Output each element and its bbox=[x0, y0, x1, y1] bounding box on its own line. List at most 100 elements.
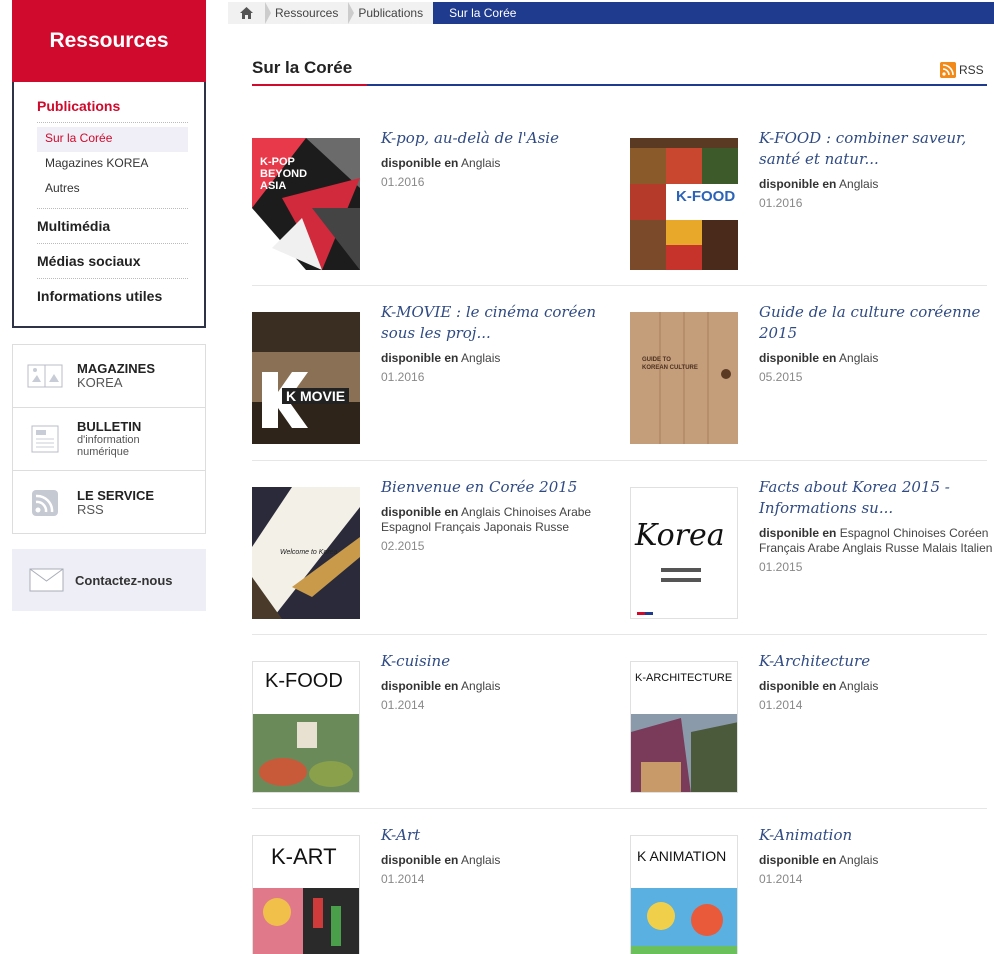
quick-link-rss[interactable]: LE SERVICE RSS bbox=[13, 471, 205, 534]
publication-title-link[interactable]: Bienvenue en Corée 2015 bbox=[381, 477, 626, 498]
availability-languages: Anglais bbox=[839, 679, 879, 693]
submenu-magazines-korea[interactable]: Magazines KOREA bbox=[37, 152, 188, 177]
quick-link-magazines-subtitle: KOREA bbox=[77, 375, 123, 390]
publication-cover[interactable]: K-FOOD bbox=[630, 138, 738, 270]
publication-date: 01.2014 bbox=[759, 872, 803, 886]
publication-date: 01.2016 bbox=[759, 196, 803, 210]
breadcrumb-publications[interactable]: Publications bbox=[348, 2, 433, 24]
cover-text: GUIDE TO KOREAN CULTURE bbox=[642, 357, 698, 371]
publication-info: K-cuisine disponible en Anglais 01.2014 bbox=[381, 651, 626, 712]
publication-cover[interactable]: Korea bbox=[630, 487, 738, 619]
publication-availability: disponible en Anglais bbox=[381, 679, 626, 694]
publication-title-link[interactable]: Facts about Korea 2015 - Informations su… bbox=[759, 477, 994, 519]
availability-label: disponible bbox=[759, 679, 819, 693]
publication-date: 01.2015 bbox=[759, 560, 803, 574]
availability-languages: Anglais bbox=[461, 351, 501, 365]
publication-cover[interactable]: K-ARCHITECTURE bbox=[630, 661, 738, 793]
publication-info: K-Architecture disponible en Anglais 01.… bbox=[759, 651, 994, 712]
publication-availability: disponible en Anglais bbox=[759, 679, 994, 694]
breadcrumb-current: Sur la Corée bbox=[433, 2, 994, 24]
publication-cover[interactable]: Welcome to Korea bbox=[252, 487, 360, 619]
publication-info: K-pop, au-delà de l'Asie disponible en A… bbox=[381, 128, 626, 189]
publication-availability: disponible en Anglais bbox=[381, 853, 626, 868]
publication-item: K-FOOD K-FOOD : combiner saveur, santé e… bbox=[630, 128, 994, 278]
menu-publications[interactable]: Publications bbox=[37, 94, 188, 123]
magazine-icon bbox=[27, 364, 63, 388]
cover-kart-image bbox=[253, 888, 359, 954]
publication-info: Bienvenue en Corée 2015 disponible en An… bbox=[381, 477, 626, 553]
availability-prep: en bbox=[822, 679, 837, 693]
title-underline-accent bbox=[252, 84, 367, 86]
availability-languages: Anglais bbox=[461, 853, 501, 867]
availability-languages: Anglais bbox=[839, 351, 879, 365]
rss-feed-icon bbox=[940, 62, 956, 78]
availability-prep: en bbox=[822, 853, 837, 867]
quick-link-magazines-title: MAGAZINES bbox=[77, 361, 155, 376]
breadcrumb-home[interactable] bbox=[228, 2, 271, 24]
row-divider bbox=[252, 460, 987, 461]
publication-cover[interactable]: K-POP BEYOND ASIA bbox=[252, 138, 360, 270]
row-divider bbox=[252, 634, 987, 635]
publication-item: GUIDE TO KOREAN CULTURE Guide de la cult… bbox=[630, 302, 994, 452]
menu-medias-sociaux[interactable]: Médias sociaux bbox=[37, 244, 188, 279]
publication-title-link[interactable]: K-Animation bbox=[759, 825, 994, 846]
rss-label: RSS bbox=[959, 63, 984, 77]
availability-label: disponible bbox=[759, 853, 819, 867]
cover-facts-image bbox=[637, 568, 701, 615]
cover-kanimation-image bbox=[631, 888, 737, 954]
publication-date: 05.2015 bbox=[759, 370, 803, 384]
publication-info: K-MOVIE : le cinéma coréen sous les proj… bbox=[381, 302, 626, 384]
rss-link[interactable]: RSS bbox=[940, 62, 984, 78]
publication-availability: disponible en Anglais bbox=[381, 156, 626, 171]
publication-item: Korea Facts about Korea 2015 - Informati… bbox=[630, 477, 994, 627]
publication-info: K-Art disponible en Anglais 01.2014 bbox=[381, 825, 626, 886]
availability-languages: Anglais bbox=[839, 853, 879, 867]
publication-item: K-ART K-Art disponible en Anglais 01.201… bbox=[252, 825, 622, 954]
publication-title-link[interactable]: K-FOOD : combiner saveur, santé et natur… bbox=[759, 128, 994, 170]
publication-item: K MOVIE K-MOVIE : le cinéma coréen sous … bbox=[252, 302, 622, 452]
availability-prep: en bbox=[822, 351, 837, 365]
cover-kmovie-image bbox=[252, 312, 360, 444]
cover-karchitecture-image bbox=[631, 714, 737, 792]
submenu-autres[interactable]: Autres bbox=[37, 177, 188, 202]
quick-link-rss-title: LE SERVICE bbox=[77, 487, 155, 503]
publication-title-link[interactable]: K-Architecture bbox=[759, 651, 994, 672]
breadcrumb-ressources[interactable]: Ressources bbox=[265, 2, 355, 24]
contact-button[interactable]: Contactez-nous bbox=[12, 549, 206, 611]
page-title: Sur la Corée bbox=[252, 58, 353, 77]
publication-cover[interactable]: K-FOOD bbox=[252, 661, 360, 793]
home-icon bbox=[240, 7, 253, 19]
row-divider bbox=[252, 808, 987, 809]
envelope-icon bbox=[29, 568, 64, 592]
availability-label: disponible bbox=[381, 853, 441, 867]
sidebar-header-title: Ressources bbox=[49, 29, 169, 52]
quick-link-rss-subtitle: RSS bbox=[77, 501, 104, 517]
cover-guide-image bbox=[630, 312, 738, 444]
publication-availability: disponible en Espagnol Chinoises Coréen … bbox=[759, 526, 994, 556]
menu-informations-utiles[interactable]: Informations utiles bbox=[37, 279, 188, 313]
publication-availability: disponible en Anglais bbox=[759, 177, 994, 192]
sidebar-header: Ressources bbox=[12, 0, 206, 82]
publication-cover[interactable]: GUIDE TO KOREAN CULTURE bbox=[630, 312, 738, 444]
publication-title-link[interactable]: K-MOVIE : le cinéma coréen sous les proj… bbox=[381, 302, 626, 344]
availability-prep: en bbox=[444, 156, 459, 170]
publication-title-link[interactable]: K-cuisine bbox=[381, 651, 626, 672]
publication-cover[interactable]: K-ART bbox=[252, 835, 360, 954]
availability-label: disponible bbox=[759, 526, 819, 540]
publication-cover[interactable]: K ANIMATION bbox=[630, 835, 738, 954]
availability-languages: Anglais bbox=[461, 156, 501, 170]
quick-link-bulletin-subtitle: d'information numérique bbox=[77, 434, 140, 458]
publication-title-link[interactable]: K-pop, au-delà de l'Asie bbox=[381, 128, 626, 149]
submenu-sur-la-coree[interactable]: Sur la Corée bbox=[37, 127, 188, 152]
publication-item: K-POP BEYOND ASIA K-pop, au-delà de l'As… bbox=[252, 128, 622, 278]
publication-availability: disponible en Anglais bbox=[759, 351, 994, 366]
publication-title-link[interactable]: K-Art bbox=[381, 825, 626, 846]
quick-link-magazines[interactable]: MAGAZINES KOREA bbox=[13, 345, 205, 408]
cover-text: Welcome to Korea bbox=[280, 549, 338, 556]
publication-info: K-Animation disponible en Anglais 01.201… bbox=[759, 825, 994, 886]
quick-link-bulletin[interactable]: BULLETIN d'information numérique bbox=[13, 408, 205, 471]
publication-date: 01.2014 bbox=[759, 698, 803, 712]
publication-cover[interactable]: K MOVIE bbox=[252, 312, 360, 444]
menu-multimedia[interactable]: Multimédia bbox=[37, 209, 188, 244]
publication-title-link[interactable]: Guide de la culture coréenne 2015 bbox=[759, 302, 994, 344]
